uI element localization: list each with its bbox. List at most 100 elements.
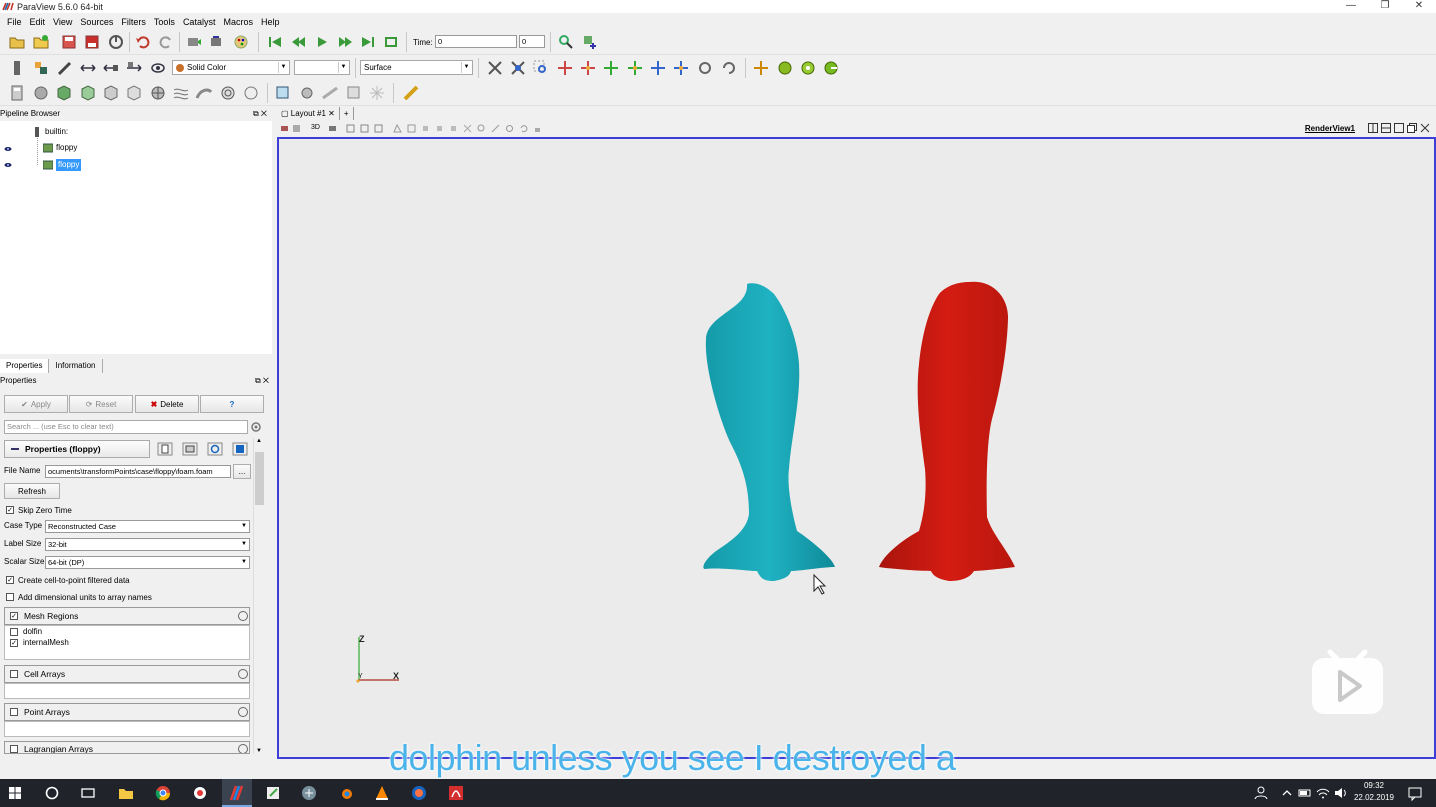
grow-selection-icon[interactable] (449, 124, 458, 133)
reset-center-icon[interactable] (799, 59, 817, 77)
tab-properties[interactable]: Properties (0, 359, 50, 373)
find-data-icon[interactable] (557, 33, 575, 51)
close-window-button[interactable]: ✕ (1402, 0, 1436, 13)
open-recent-icon[interactable] (32, 33, 50, 51)
properties-search-input[interactable]: Search ... (use Esc to clear text) (4, 420, 248, 434)
time-index-spinbox[interactable]: 0 (519, 35, 545, 48)
toggle-icon[interactable] (238, 669, 248, 679)
record-app-icon[interactable] (191, 784, 209, 802)
play-icon[interactable] (313, 33, 331, 51)
hover-cells-icon[interactable] (435, 124, 444, 133)
zoom-to-box-icon[interactable] (532, 59, 550, 77)
lock-icon[interactable] (533, 124, 542, 133)
scroll-up-icon[interactable]: ▲ (256, 438, 262, 444)
redo-icon[interactable] (157, 33, 175, 51)
extract-subset-icon[interactable] (125, 84, 143, 102)
notepad-icon[interactable] (264, 784, 282, 802)
tab-layout-1[interactable]: ▢ Layout #1 ✕ (277, 107, 340, 120)
menu-macros[interactable]: Macros (219, 17, 257, 27)
help-button[interactable]: ? (200, 395, 264, 413)
last-frame-icon[interactable] (359, 33, 377, 51)
scroll-thumb[interactable] (255, 452, 264, 505)
search-icon[interactable] (43, 784, 61, 802)
select-polygon-icon[interactable] (393, 124, 402, 133)
color-legend-icon[interactable] (32, 59, 50, 77)
app-icon[interactable] (300, 784, 318, 802)
app-orange-icon[interactable] (410, 784, 428, 802)
ruler-small-icon[interactable] (491, 124, 500, 133)
select-points-icon[interactable] (360, 124, 369, 133)
representation-select[interactable]: Surface ▼ (360, 60, 473, 75)
paraview-taskbar-icon[interactable] (228, 784, 246, 802)
dolfin-checkbox[interactable] (10, 628, 18, 636)
properties-section-header[interactable]: Properties (floppy) (4, 440, 150, 458)
refresh-button[interactable]: Refresh (4, 483, 60, 499)
clip-icon[interactable] (55, 84, 73, 102)
paste-icon[interactable] (182, 442, 198, 456)
point-arrays-checkbox[interactable] (10, 708, 18, 716)
isometric-view-icon[interactable] (696, 59, 714, 77)
chrome-icon[interactable] (154, 784, 172, 802)
view-plus-z-icon[interactable] (649, 59, 667, 77)
label-size-select[interactable]: 32-bit ▼ (45, 538, 250, 551)
select-frustum-icon[interactable] (374, 124, 383, 133)
menu-help[interactable]: Help (257, 17, 284, 27)
menu-edit[interactable]: Edit (26, 17, 50, 27)
rescale-custom-icon[interactable] (102, 59, 120, 77)
menu-sources[interactable]: Sources (76, 17, 117, 27)
reset-button[interactable]: ⟳ Reset (69, 395, 133, 413)
scalar-size-select[interactable]: 64-bit (DP) ▼ (45, 556, 250, 569)
slice-icon[interactable] (79, 84, 97, 102)
warp-vector-icon[interactable] (195, 84, 213, 102)
reset-camera-icon[interactable] (486, 59, 504, 77)
zoom-icon[interactable] (477, 124, 486, 133)
clock-date[interactable]: 22.02.2019 (1350, 793, 1398, 802)
browse-button[interactable]: ... (233, 464, 251, 479)
gear-icon[interactable] (250, 421, 262, 433)
clear-selection-icon[interactable] (463, 124, 472, 133)
toggle-icon[interactable] (238, 707, 248, 717)
pick-center-icon[interactable] (822, 59, 840, 77)
pipeline-root[interactable]: builtin: (32, 126, 68, 138)
undo-small-icon[interactable] (519, 124, 528, 133)
undo-icon[interactable] (134, 33, 152, 51)
windows-start-icon[interactable] (6, 784, 24, 802)
properties-scrollbar[interactable]: ▲ ▼ (253, 438, 265, 754)
rescale-range-icon[interactable] (79, 59, 97, 77)
hover-points-icon[interactable] (368, 84, 386, 102)
render-view-name[interactable]: RenderView1 (1305, 124, 1355, 133)
calculator-icon[interactable] (8, 84, 26, 102)
pipeline-item-floppy-2[interactable]: floppy (43, 159, 82, 171)
rescale-temporal-icon[interactable] (125, 59, 143, 77)
menu-tools[interactable]: Tools (150, 17, 179, 27)
save-icon[interactable] (232, 442, 248, 456)
group-datasets-icon[interactable] (219, 84, 237, 102)
menu-view[interactable]: View (49, 17, 76, 27)
time-input[interactable]: 0 (435, 35, 517, 48)
undock-icon[interactable] (1407, 123, 1417, 133)
copy-icon[interactable] (157, 442, 173, 456)
eye-icon[interactable] (4, 146, 12, 152)
save-data-icon[interactable] (60, 33, 78, 51)
palette-icon[interactable] (232, 33, 250, 51)
open-file-icon[interactable] (8, 33, 26, 51)
dolphin-mesh-red[interactable] (879, 281, 1015, 581)
camera-redo-icon[interactable] (208, 33, 226, 51)
view-minus-z-icon[interactable] (672, 59, 690, 77)
glyph-icon[interactable] (149, 84, 167, 102)
cell-to-point-checkbox[interactable]: ✓ (6, 576, 14, 584)
spreadsheet-find-icon[interactable] (581, 33, 599, 51)
ruler-icon[interactable] (402, 84, 420, 102)
panel-float-close[interactable]: ⧉ ✕ (255, 375, 269, 386)
volume-icon[interactable] (1332, 784, 1350, 802)
stream-tracer-icon[interactable] (172, 84, 190, 102)
menu-filters[interactable]: Filters (117, 17, 150, 27)
skip-zero-time-checkbox[interactable]: ✓ (6, 506, 14, 514)
mesh-regions-checkbox[interactable]: ✓ (10, 612, 18, 620)
eye-icon[interactable] (4, 162, 12, 168)
apply-button[interactable]: ✔ Apply (4, 395, 68, 413)
wifi-icon[interactable] (1314, 784, 1332, 802)
previous-frame-icon[interactable] (290, 33, 308, 51)
camera-icon[interactable] (328, 124, 337, 133)
video-play-icon[interactable] (1310, 646, 1385, 716)
